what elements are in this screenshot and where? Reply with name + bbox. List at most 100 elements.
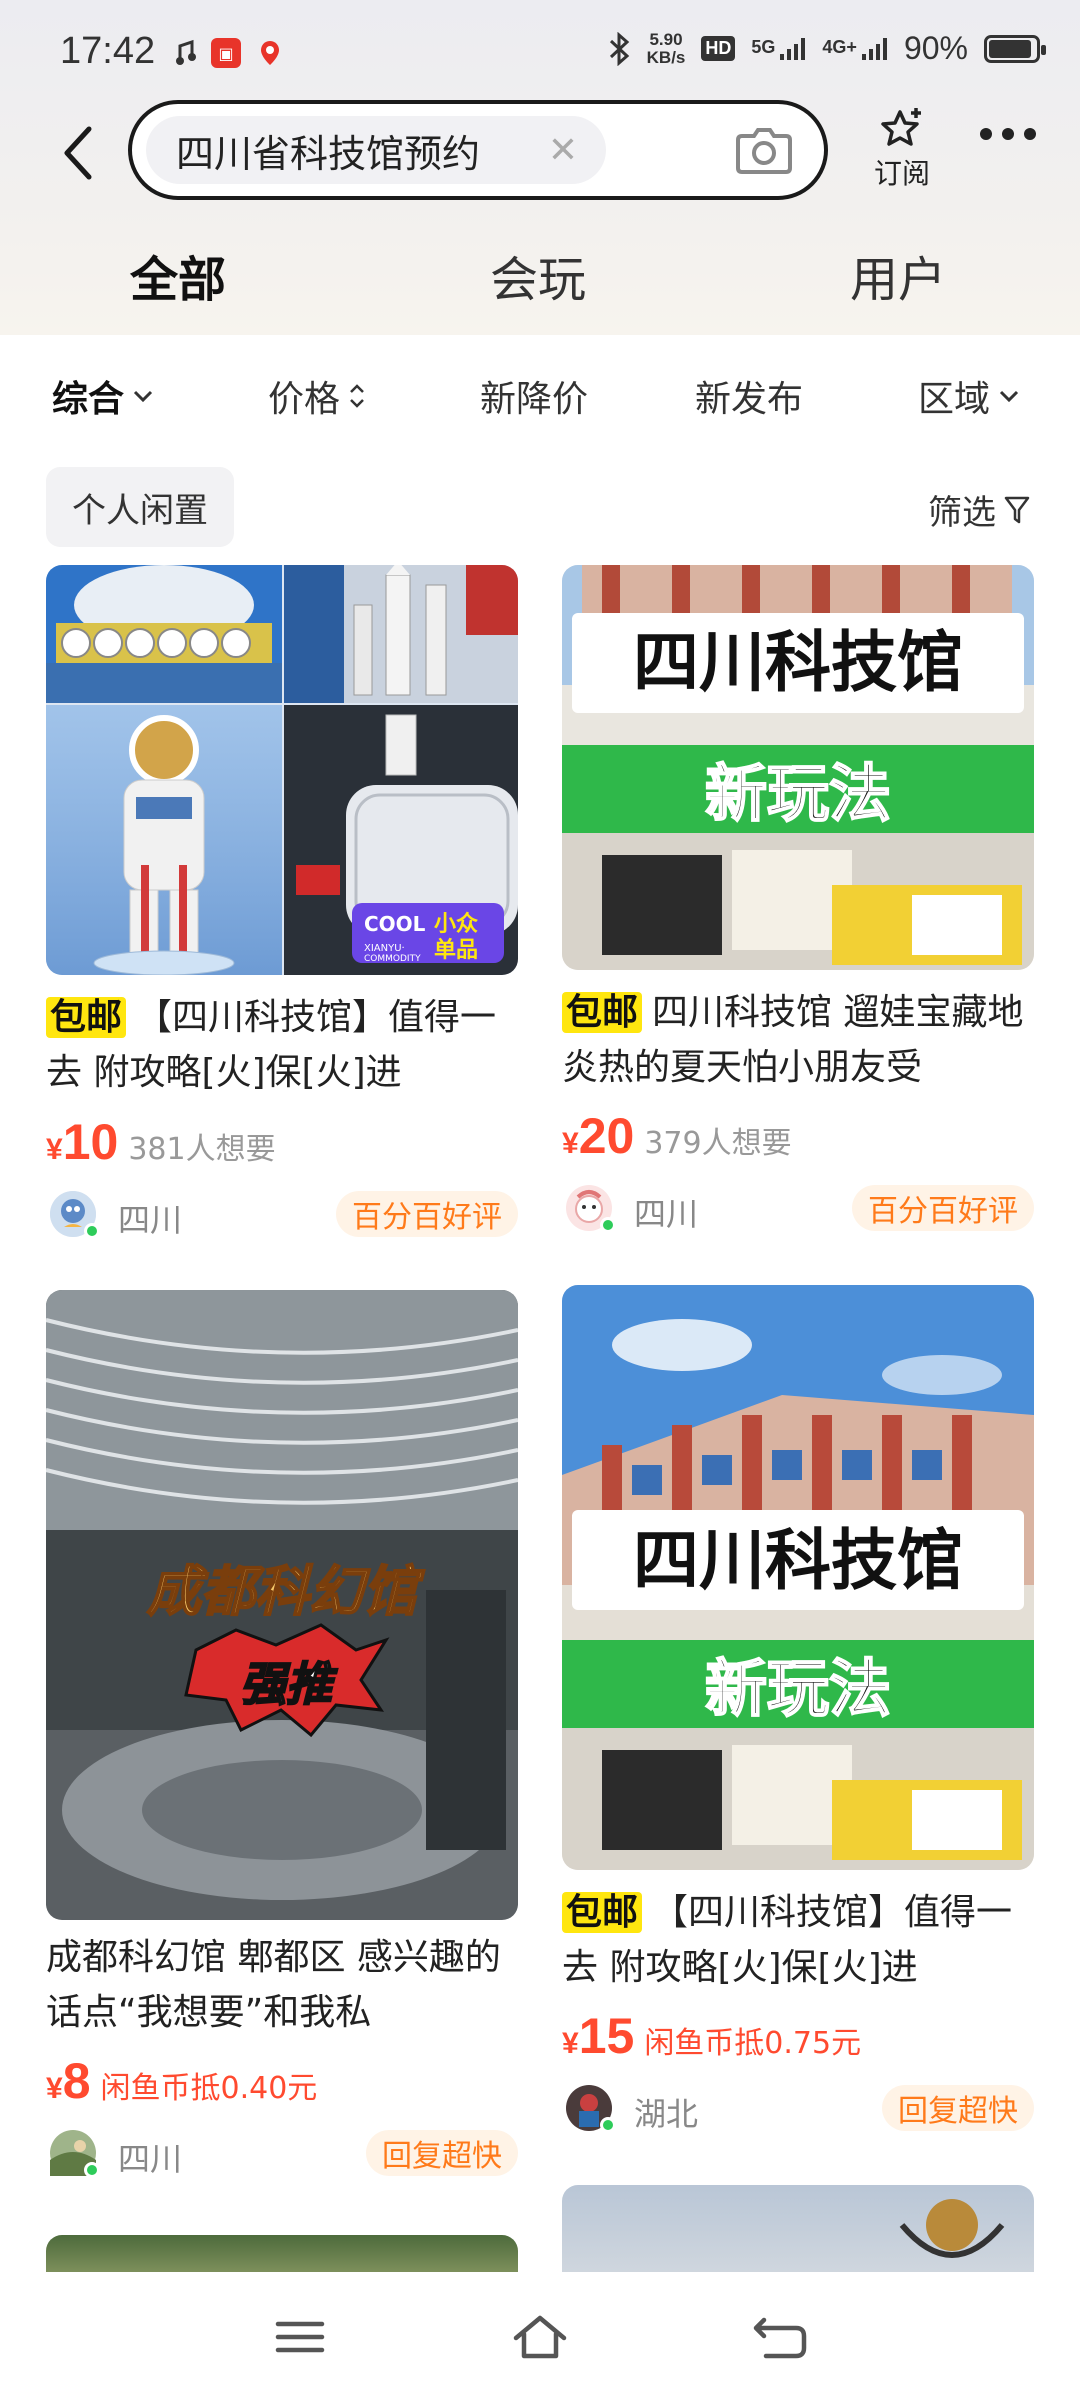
currency-symbol: ¥ bbox=[562, 1127, 579, 1160]
network-speed: 5.90 KB/s bbox=[647, 29, 686, 67]
svg-text:COOL: COOL bbox=[364, 912, 426, 936]
sort-newest-label: 新发布 bbox=[695, 379, 804, 420]
speed-value: 5.90 bbox=[649, 29, 683, 49]
status-time: 17:42 bbox=[60, 30, 156, 72]
price: ¥20 bbox=[562, 1107, 634, 1165]
online-indicator bbox=[600, 1217, 616, 1233]
product-title[interactable]: 成都科幻馆 郫都区 感兴趣的话点“我想要”和我私 bbox=[46, 1930, 518, 2040]
seller-tag: 回复超快 bbox=[882, 2085, 1034, 2131]
free-shipping-badge: 包邮 bbox=[562, 992, 643, 1033]
seller-region: 湖北 bbox=[634, 2095, 699, 2133]
price-row: ¥8 闲鱼币抵0.40元 bbox=[46, 2052, 317, 2110]
chevron-down-icon bbox=[999, 390, 1019, 403]
online-indicator bbox=[84, 2162, 100, 2178]
price: ¥10 bbox=[46, 1113, 118, 1171]
sort-price-drop[interactable]: 新降价 bbox=[480, 370, 588, 422]
back-arrow-icon[interactable] bbox=[52, 118, 102, 188]
product-image[interactable]: 四川科技馆 新玩法 bbox=[562, 1285, 1034, 1870]
camera-icon[interactable] bbox=[734, 122, 794, 178]
dot bbox=[1024, 128, 1036, 140]
product-image-partial[interactable] bbox=[562, 2185, 1034, 2272]
price-row: ¥15 闲鱼币抵0.75元 bbox=[562, 2007, 861, 2065]
status-bar: 17:42 ▣ 5.90 KB/s HD 5G 4G+ 90% bbox=[0, 0, 1080, 100]
want-count: 381人想要 bbox=[128, 1132, 276, 1167]
dot bbox=[1002, 128, 1014, 140]
product-image[interactable]: 四川科技馆 新玩法 bbox=[562, 565, 1034, 970]
tab-users-label: 用户 bbox=[850, 252, 947, 308]
coin-discount: 闲鱼币抵0.40元 bbox=[100, 2071, 318, 2106]
tab-all[interactable]: 全部 bbox=[126, 240, 231, 310]
product-image[interactable]: COOL XIANYU· COMMODITY 小众 单品 bbox=[46, 565, 518, 975]
tab-users[interactable]: 用户 bbox=[850, 240, 946, 310]
price-row: ¥20 379人想要 bbox=[562, 1107, 792, 1165]
more-dots-icon[interactable] bbox=[980, 128, 1036, 140]
price-value: 10 bbox=[62, 1114, 119, 1170]
filter-label: 筛选 bbox=[928, 493, 996, 533]
chevron-down-icon bbox=[133, 390, 153, 403]
signal-5g: 5G bbox=[751, 37, 806, 60]
bluetooth-icon bbox=[607, 31, 631, 66]
price: ¥8 bbox=[46, 2052, 91, 2110]
product-title[interactable]: 包邮 【四川科技馆】值得一去 附攻略[火]保[火]进 bbox=[562, 1885, 1034, 1995]
home-icon[interactable] bbox=[510, 2312, 570, 2362]
tab-play-label: 会玩 bbox=[490, 252, 587, 308]
search-query-chip[interactable]: 四川省科技馆预约 ✕ bbox=[146, 116, 606, 184]
coin-discount: 闲鱼币抵0.75元 bbox=[644, 2026, 862, 2061]
status-notification-icons: ▣ bbox=[175, 38, 285, 68]
overlay-subtitle-text: 强推 bbox=[240, 1657, 338, 1711]
sort-bar: 综合 价格 新降价 新发布 区域 bbox=[0, 335, 1080, 455]
status-right: 5.90 KB/s HD 5G 4G+ 90% bbox=[607, 29, 1046, 67]
sort-region[interactable]: 区域 bbox=[918, 370, 1020, 422]
online-indicator bbox=[600, 2117, 616, 2133]
signal-4g-label: 4G+ bbox=[822, 37, 857, 58]
battery-percent: 90% bbox=[903, 30, 968, 66]
search-query-text: 四川省科技馆预约 bbox=[176, 131, 481, 176]
personal-idle-chip[interactable]: 个人闲置 bbox=[46, 467, 234, 547]
dot bbox=[980, 128, 992, 140]
tab-play[interactable]: 会玩 bbox=[490, 240, 586, 310]
sort-comprehensive-label: 综合 bbox=[52, 379, 125, 420]
hd-icon: HD bbox=[701, 36, 736, 61]
signal-5g-label: 5G bbox=[751, 37, 776, 58]
currency-symbol: ¥ bbox=[46, 2072, 63, 2105]
seller-row[interactable]: 四川 回复超快 bbox=[46, 2126, 518, 2180]
system-navigation-bar bbox=[0, 2272, 1080, 2400]
seller-row[interactable]: 湖北 回复超快 bbox=[562, 2081, 1034, 2135]
return-icon[interactable] bbox=[750, 2312, 810, 2362]
seller-tag: 回复超快 bbox=[366, 2130, 518, 2176]
sort-comprehensive[interactable]: 综合 bbox=[52, 370, 154, 422]
filter-funnel-icon bbox=[1004, 496, 1030, 523]
product-title-text: 成都科幻馆 郫都区 感兴趣的话点“我想要”和我私 bbox=[46, 1937, 501, 2033]
product-title[interactable]: 包邮 四川科技馆 遛娃宝藏地 炎热的夏天怕小朋友受 bbox=[562, 985, 1034, 1095]
location-pin-icon bbox=[255, 38, 285, 68]
svg-text:COMMODITY: COMMODITY bbox=[364, 954, 421, 964]
clear-query-icon[interactable]: ✕ bbox=[548, 130, 578, 171]
overlay-title-text: 成都科幻馆 bbox=[147, 1560, 425, 1623]
overlay-title-text: 四川科技馆 bbox=[633, 1522, 963, 1599]
product-image-partial[interactable] bbox=[46, 2235, 518, 2272]
product-image[interactable]: 成都科幻馆 强推 bbox=[46, 1290, 518, 1920]
star-plus-icon bbox=[862, 106, 942, 150]
currency-symbol: ¥ bbox=[562, 2027, 579, 2060]
sort-price[interactable]: 价格 bbox=[268, 370, 366, 422]
seller-row[interactable]: 四川 百分百好评 bbox=[46, 1187, 518, 1241]
seller-tag: 百分百好评 bbox=[336, 1191, 518, 1237]
price-value: 20 bbox=[578, 1108, 635, 1164]
seller-row[interactable]: 四川 百分百好评 bbox=[562, 1181, 1034, 1235]
notification-icon bbox=[175, 38, 197, 68]
menu-icon[interactable] bbox=[270, 2312, 330, 2362]
sort-newest[interactable]: 新发布 bbox=[695, 370, 803, 422]
overlay-title-text: 四川科技馆 bbox=[633, 624, 963, 701]
sort-price-label: 价格 bbox=[268, 379, 341, 420]
online-indicator bbox=[84, 1223, 100, 1239]
search-box[interactable]: 四川省科技馆预约 ✕ bbox=[128, 100, 828, 200]
sort-price-drop-label: 新降价 bbox=[480, 379, 589, 420]
svg-text:XIANYU·: XIANYU· bbox=[364, 943, 405, 954]
product-title[interactable]: 包邮 【四川科技馆】值得一去 附攻略[火]保[火]进 bbox=[46, 990, 518, 1100]
svg-text:小众: 小众 bbox=[434, 912, 478, 937]
subscribe-button[interactable]: 订阅 bbox=[862, 106, 942, 192]
price-row: ¥10 381人想要 bbox=[46, 1113, 276, 1171]
overlay-subtitle-text: 新玩法 bbox=[705, 1652, 891, 1725]
filter-button[interactable]: 筛选 bbox=[928, 485, 1030, 534]
price: ¥15 bbox=[562, 2007, 634, 2065]
